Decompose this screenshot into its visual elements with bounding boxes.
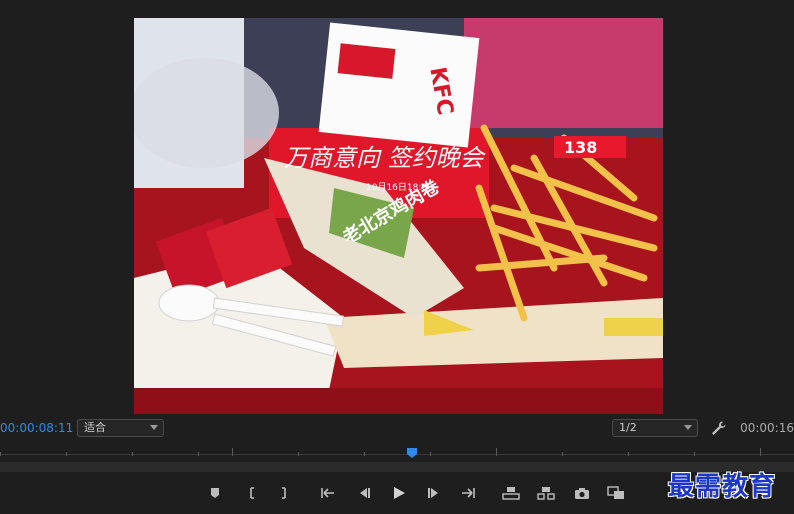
lift-icon [502, 487, 520, 500]
price-tag: 138 [564, 138, 597, 157]
go-to-in-button[interactable] [318, 484, 338, 502]
playback-resolution-value: 1/2 [619, 421, 637, 434]
frame-caption: 万商意向 签约晚会 [284, 144, 487, 172]
marker-icon [211, 488, 219, 498]
time-ruler[interactable] [0, 444, 794, 464]
mark-out-icon [282, 487, 286, 499]
ruler-tick [298, 452, 299, 456]
lift-button[interactable] [501, 484, 521, 502]
extract-icon [537, 487, 555, 500]
ruler-tick [0, 452, 1, 456]
mark-in-button[interactable] [242, 484, 262, 502]
playhead-marker[interactable] [407, 448, 417, 458]
ruler-tick [430, 452, 431, 456]
ruler-tick [132, 452, 133, 456]
extract-button[interactable] [536, 484, 556, 502]
video-frame-image: KFC 老北京鸡肉卷 138 万商意向 签约晚会 10月16日18:00 [134, 18, 663, 414]
ruler-tick [760, 448, 761, 456]
mark-in-icon [250, 487, 254, 499]
monitor-controls-bar: 00:00:08:11 适合 1/2 00:00:16 [0, 414, 794, 444]
ruler-tick [232, 448, 233, 456]
step-forward-icon [428, 488, 438, 498]
play-button[interactable] [389, 484, 409, 502]
ruler-tick [694, 452, 695, 456]
comparison-view-icon [607, 486, 624, 499]
ruler-track [0, 454, 794, 455]
chevron-down-icon [684, 425, 692, 430]
ruler-tick [66, 452, 67, 456]
go-to-out-button[interactable] [458, 484, 478, 502]
playhead-timecode[interactable]: 00:00:08:11 [0, 421, 73, 435]
zoom-fit-select[interactable]: 适合 [77, 419, 164, 437]
duration-timecode: 00:00:16 [740, 421, 794, 435]
comparison-view-button[interactable] [606, 484, 626, 502]
ruler-tick [562, 452, 563, 456]
play-icon [394, 487, 405, 499]
go-to-out-icon [462, 488, 475, 498]
go-to-in-icon [321, 488, 334, 498]
playback-resolution-select[interactable]: 1/2 [612, 419, 698, 437]
zoom-fit-value: 适合 [84, 421, 106, 434]
frame-date: 10月16日18:00 [366, 182, 433, 193]
wrench-icon[interactable] [710, 420, 726, 436]
export-frame-button[interactable] [572, 484, 592, 502]
add-marker-button[interactable] [205, 484, 225, 502]
video-frame[interactable]: KFC 老北京鸡肉卷 138 万商意向 签约晚会 10月16日18:00 [134, 18, 663, 414]
watermark-logo: 最需教育 [668, 472, 777, 502]
chevron-down-icon [150, 425, 158, 430]
ruler-tick [496, 448, 497, 456]
program-monitor: KFC 老北京鸡肉卷 138 万商意向 签约晚会 10月16日18:00 [0, 0, 794, 414]
step-back-icon [360, 488, 370, 498]
camera-icon [575, 487, 589, 499]
ruler-tick [198, 452, 199, 456]
step-forward-button[interactable] [424, 484, 444, 502]
mark-out-button[interactable] [274, 484, 294, 502]
ruler-tick [628, 452, 629, 456]
ruler-tick [364, 452, 365, 456]
step-back-button[interactable] [354, 484, 374, 502]
